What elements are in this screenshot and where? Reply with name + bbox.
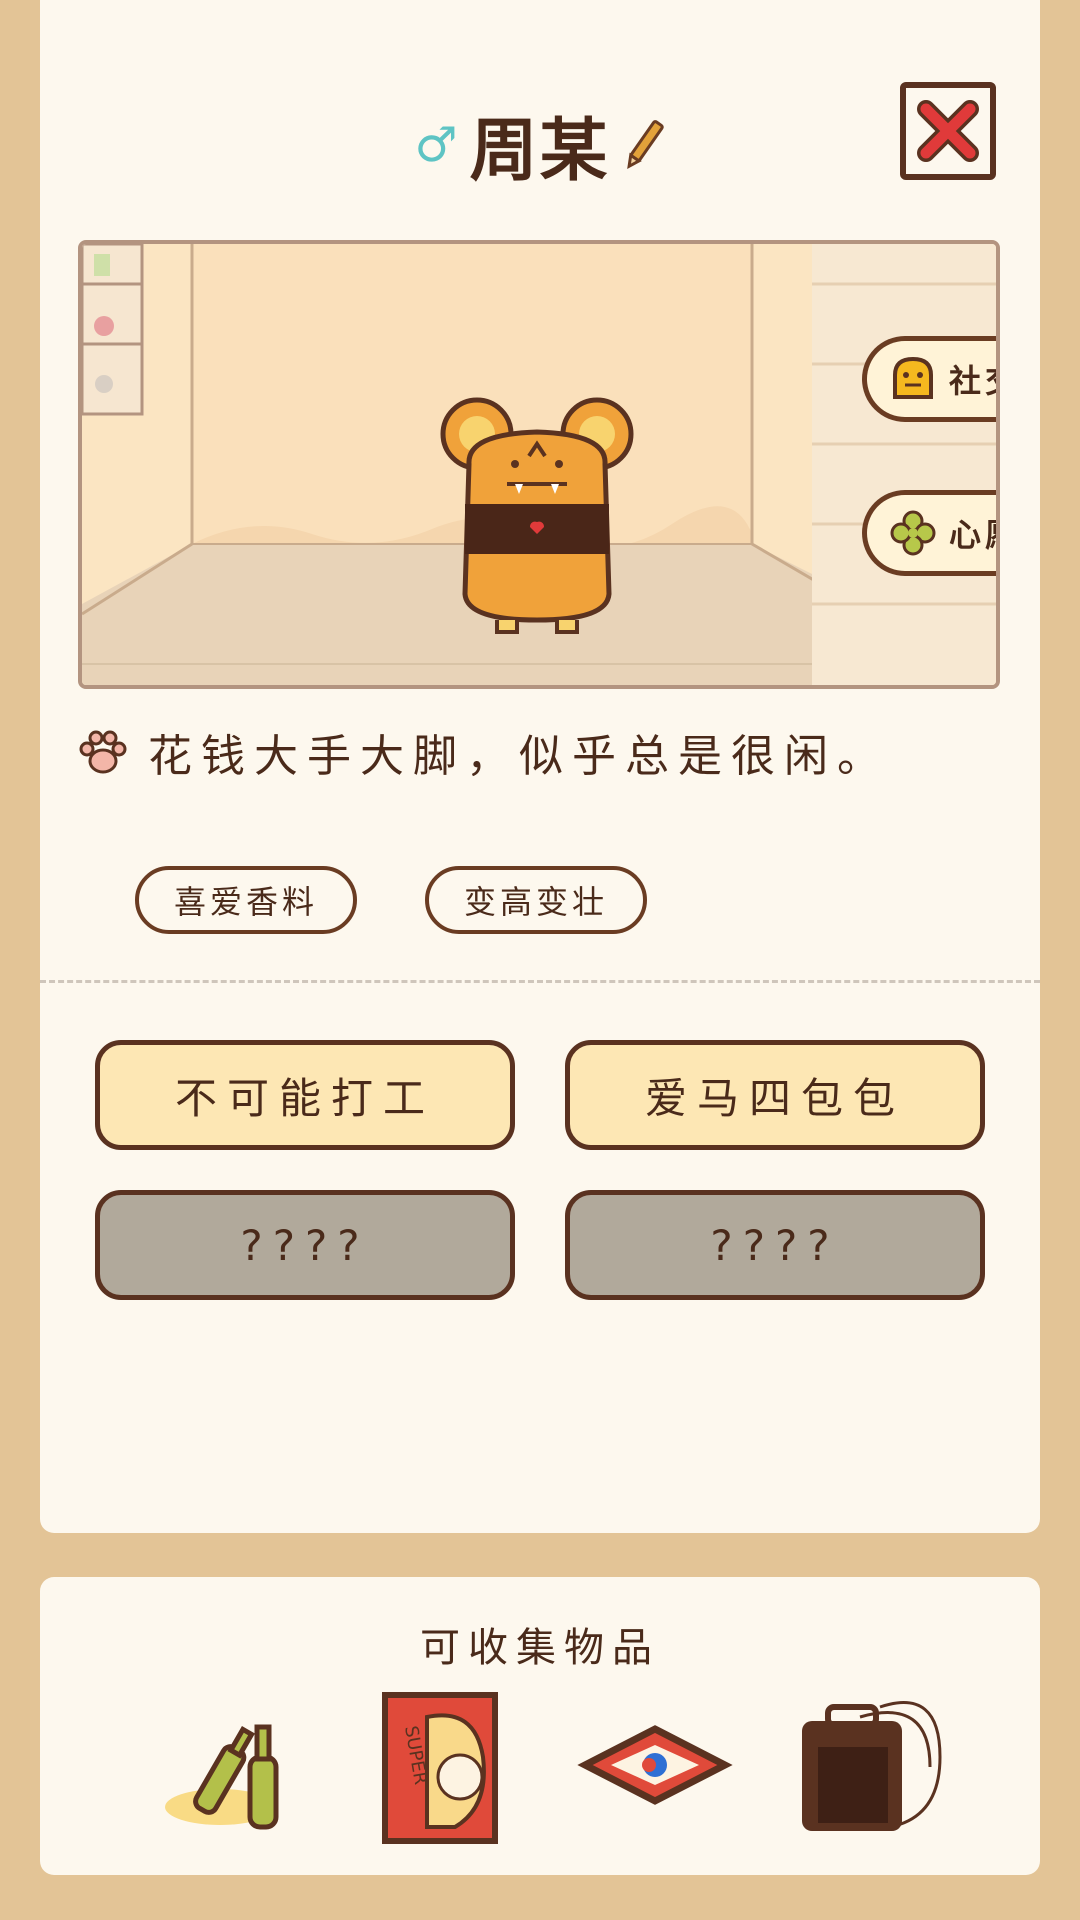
pencil-icon[interactable] [622, 117, 666, 173]
locked-trait-button[interactable]: ???? [565, 1190, 985, 1300]
male-icon: ♂ [414, 116, 458, 173]
wish-button[interactable]: 心愿 [862, 490, 996, 576]
locked-trait-button[interactable]: ???? [95, 1190, 515, 1300]
tag-pill: 喜爱香料 [135, 866, 357, 934]
paw-icon [79, 730, 127, 774]
dashed-divider [40, 980, 1040, 983]
poster-icon[interactable]: SUPER [365, 1687, 525, 1847]
character-room-scene: 社交 心愿 [78, 240, 1000, 689]
title-row: ♂ 周某 [40, 95, 1040, 191]
character-card: ♂ 周某 社 心 花钱大手大脚，似乎总是很闲。 喜爱香料 变高变壮 不可能打工 … [40, 0, 1040, 1533]
close-icon [917, 100, 979, 162]
social-label: 社交 [949, 362, 996, 400]
collectibles-card: 可收集物品 SUPER [40, 1577, 1040, 1875]
collectibles-title: 可收集物品 [420, 1625, 660, 1671]
description-row: 花钱大手大脚，似乎总是很闲。 [78, 720, 890, 784]
hamster-character[interactable] [437, 394, 637, 634]
character-name: 周某 [469, 112, 610, 191]
wish-label: 心愿 [949, 516, 996, 554]
character-description: 花钱大手大脚，似乎总是很闲。 [148, 731, 890, 782]
bottles-icon[interactable] [150, 1687, 310, 1847]
guitar-amp-icon[interactable] [790, 1687, 950, 1847]
clover-icon [890, 510, 936, 556]
social-button[interactable]: 社交 [862, 336, 996, 422]
trait-button[interactable]: 爱马四包包 [565, 1040, 985, 1150]
trait-button[interactable]: 不可能打工 [95, 1040, 515, 1150]
tag-pill: 变高变壮 [425, 866, 647, 934]
monster-face-icon [893, 356, 933, 399]
close-button[interactable] [900, 82, 996, 180]
rug-icon[interactable] [575, 1687, 735, 1847]
